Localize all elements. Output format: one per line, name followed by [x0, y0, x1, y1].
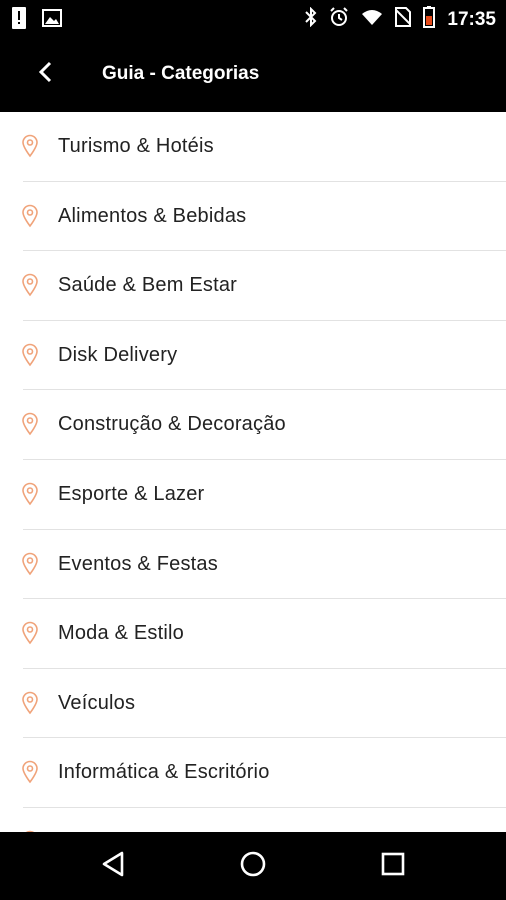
category-item-turismo-hoteis[interactable]: Turismo & Hotéis [0, 112, 506, 182]
map-pin-icon [21, 552, 39, 576]
category-item-veiculos[interactable]: Veículos [0, 669, 506, 739]
back-button[interactable] [26, 54, 66, 94]
map-pin-icon [21, 482, 39, 506]
nav-recents-button[interactable] [373, 846, 413, 886]
status-bar: 17:35 [0, 0, 506, 36]
map-pin-icon [21, 691, 39, 715]
image-icon [42, 9, 62, 32]
category-label: Eventos & Festas [58, 552, 218, 575]
map-pin-icon [21, 134, 39, 158]
alarm-icon [329, 7, 349, 32]
wifi-icon [361, 8, 383, 31]
category-item-alimentos-bebidas[interactable]: Alimentos & Bebidas [0, 182, 506, 252]
category-label: Moda & Estilo [58, 622, 184, 645]
category-label: Disk Delivery [58, 343, 178, 366]
category-label: Veículos [58, 691, 136, 714]
map-pin-icon [21, 621, 39, 645]
category-item-disk-delivery[interactable]: Disk Delivery [0, 321, 506, 391]
chevron-left-icon [38, 60, 54, 89]
nav-home-button[interactable] [233, 846, 273, 886]
back-triangle-icon [100, 850, 126, 883]
map-pin-icon [21, 343, 39, 367]
category-label: Construção & Decoração [58, 413, 286, 436]
category-label: Alimentos & Bebidas [58, 204, 247, 227]
category-item-eventos-festas[interactable]: Eventos & Festas [0, 530, 506, 600]
alert-icon [12, 7, 26, 34]
nav-back-button[interactable] [93, 846, 133, 886]
category-list[interactable]: Turismo & Hotéis Alimentos & Bebidas Saú… [0, 112, 506, 832]
home-circle-icon [239, 850, 267, 883]
category-item-construcao-decoracao[interactable]: Construção & Decoração [0, 390, 506, 460]
category-item-informatica-escritorio[interactable]: Informática & Escritório [0, 738, 506, 808]
no-sim-icon [394, 7, 413, 32]
app-bar: Guia - Categorias [0, 36, 506, 112]
category-label: Informática & Escritório [58, 761, 270, 784]
bluetooth-icon [305, 6, 317, 32]
category-item-esporte-lazer[interactable]: Esporte & Lazer [0, 460, 506, 530]
category-label: Esporte & Lazer [58, 482, 205, 505]
category-label: Saúde & Bem Estar [58, 274, 238, 297]
recents-square-icon [380, 851, 406, 882]
status-bar-right: 17:35 [305, 6, 496, 33]
category-item-moda-estilo[interactable]: Moda & Estilo [0, 599, 506, 669]
category-item-saude-bem-estar[interactable]: Saúde & Bem Estar [0, 251, 506, 321]
map-pin-icon [21, 204, 39, 228]
category-label: Turismo & Hotéis [58, 135, 214, 157]
status-bar-left [12, 7, 62, 34]
map-pin-icon [21, 273, 39, 297]
map-pin-icon [21, 412, 39, 436]
map-pin-icon [21, 760, 39, 784]
battery-low-icon [423, 6, 436, 33]
page-title: Guia - Categorias [102, 63, 260, 84]
category-item-partial[interactable] [0, 808, 506, 832]
navigation-bar [0, 832, 506, 900]
status-time: 17:35 [447, 8, 496, 30]
